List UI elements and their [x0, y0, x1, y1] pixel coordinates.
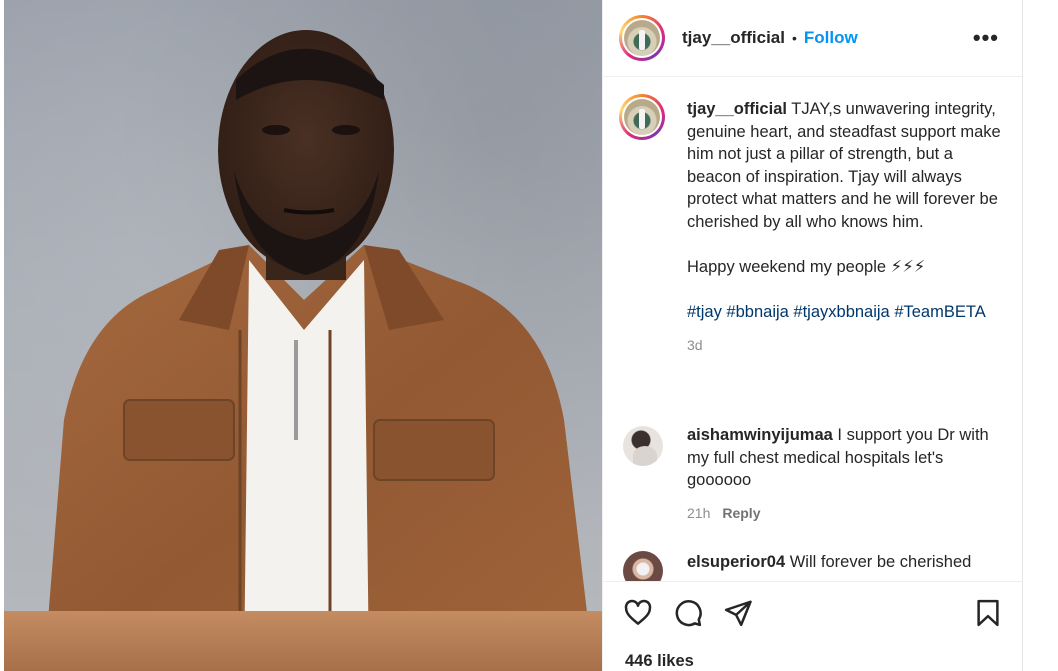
- avatar-inner: [622, 97, 662, 137]
- header-avatar[interactable]: [619, 15, 665, 61]
- caption-text-block: tjay__official TJAY,s unwavering integri…: [687, 98, 1007, 357]
- caption-text: TJAY,s unwavering integrity, genuine hea…: [687, 100, 1001, 231]
- bookmark-icon[interactable]: [973, 598, 1003, 628]
- page-margin: [1022, 0, 1058, 671]
- profile-picture: [624, 20, 660, 56]
- likes-count[interactable]: 446 likes: [625, 652, 694, 671]
- caption-greeting: Happy weekend my people ⚡⚡⚡: [687, 258, 926, 277]
- action-bar: 446 likes: [603, 581, 1023, 671]
- comment-text-block: aishamwinyijumaa I support you Dr with m…: [687, 424, 1007, 524]
- comment-text: Will forever be cherished: [789, 553, 972, 571]
- more-options-icon[interactable]: •••: [973, 27, 999, 49]
- comment-username[interactable]: aishamwinyijumaa: [687, 426, 833, 444]
- caption-username[interactable]: tjay__official: [687, 100, 787, 118]
- post-header: tjay__official • Follow •••: [603, 0, 1023, 77]
- comment-meta: 21h Reply: [687, 502, 1007, 525]
- comment-avatar[interactable]: [623, 426, 663, 466]
- caption-hashtags[interactable]: #tjay #bbnaija #tjayxbbnaija #TeamBETA: [687, 303, 986, 321]
- caption-avatar[interactable]: [619, 94, 665, 140]
- avatar-inner: [622, 18, 662, 58]
- separator-dot: •: [792, 30, 797, 46]
- profile-picture: [624, 99, 660, 135]
- comment-icon[interactable]: [673, 598, 703, 628]
- heart-icon[interactable]: [623, 598, 653, 628]
- caption-meta: 3d: [687, 334, 1007, 357]
- comment-username[interactable]: elsuperior04: [687, 553, 785, 571]
- comments-list[interactable]: tjay__official TJAY,s unwavering integri…: [603, 78, 1023, 581]
- comment-text-block: elsuperior04 Will forever be cherished: [687, 551, 1007, 574]
- send-icon[interactable]: [723, 598, 753, 628]
- caption-time[interactable]: 3d: [687, 337, 703, 353]
- photo-floor: [4, 611, 602, 671]
- post-photo[interactable]: [4, 0, 602, 671]
- comment-time[interactable]: 21h: [687, 505, 710, 521]
- follow-button[interactable]: Follow: [804, 28, 858, 48]
- photo-subject: [44, 30, 594, 671]
- reply-button[interactable]: Reply: [722, 505, 760, 521]
- comment-avatar[interactable]: [623, 551, 663, 581]
- header-username[interactable]: tjay__official: [682, 28, 785, 48]
- post-side-panel: tjay__official • Follow ••• tjay__offici…: [602, 0, 1023, 671]
